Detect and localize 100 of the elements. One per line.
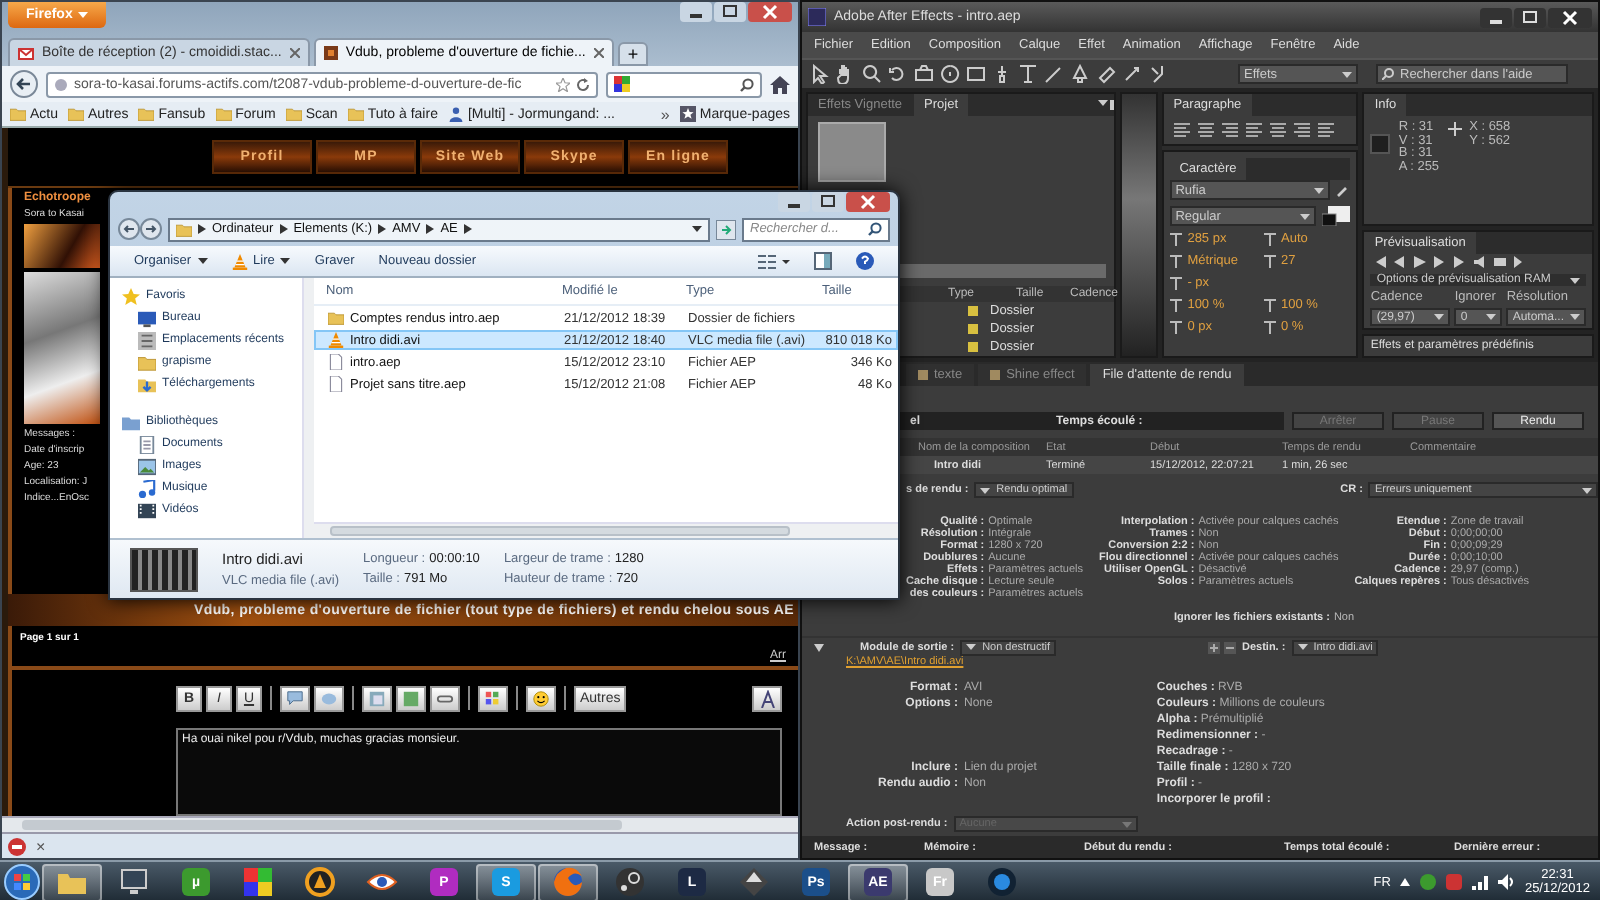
font-icon bbox=[758, 689, 776, 707]
text-align-icon[interactable] bbox=[1197, 122, 1214, 138]
caret-icon bbox=[1582, 487, 1592, 493]
label-color-swatch bbox=[968, 324, 978, 335]
toolbar-button[interactable] bbox=[396, 685, 426, 711]
chevron-icon bbox=[378, 224, 387, 234]
chevron-icon bbox=[426, 224, 435, 234]
back-forward-icon[interactable] bbox=[118, 218, 162, 240]
diamond-arrow-icon bbox=[738, 866, 770, 898]
caret-icon bbox=[1342, 71, 1352, 77]
caret-icon bbox=[1486, 314, 1497, 320]
new-tab-button[interactable]: + bbox=[617, 42, 649, 66]
text-align-icon[interactable] bbox=[1173, 122, 1190, 138]
image-icon bbox=[368, 689, 386, 707]
show-hidden-icons-icon[interactable] bbox=[1400, 878, 1411, 886]
camera-tool-icon[interactable] bbox=[914, 64, 934, 84]
signal-icon[interactable] bbox=[1472, 874, 1489, 890]
selection-tool-icon[interactable] bbox=[810, 64, 830, 84]
text-align-icon[interactable] bbox=[1245, 122, 1262, 138]
vertical-scrollbar[interactable] bbox=[302, 278, 314, 538]
caret-icon bbox=[966, 644, 977, 650]
link-icon bbox=[436, 689, 454, 707]
minimize-icon[interactable] bbox=[1480, 7, 1512, 27]
help-icon[interactable] bbox=[856, 252, 874, 270]
orbit-tool-icon[interactable] bbox=[940, 64, 960, 84]
composition-swatch bbox=[918, 369, 928, 379]
caret-icon bbox=[980, 487, 991, 493]
loop-icon[interactable] bbox=[1494, 256, 1509, 270]
add-remove-icon[interactable] bbox=[1208, 641, 1236, 653]
last-frame-icon[interactable] bbox=[1454, 256, 1469, 270]
next-frame-icon[interactable] bbox=[1434, 256, 1449, 270]
search-icon bbox=[868, 222, 882, 236]
close-button[interactable]: × bbox=[36, 837, 46, 855]
view-options-icon[interactable] bbox=[758, 253, 790, 269]
folder-icon bbox=[347, 106, 364, 122]
search-icon[interactable] bbox=[740, 77, 754, 91]
toolbar-button[interactable] bbox=[478, 685, 508, 711]
quote-icon bbox=[286, 689, 304, 707]
speaker-icon[interactable] bbox=[1498, 874, 1515, 890]
text-align-icon[interactable] bbox=[1269, 122, 1286, 138]
previous-frame-icon[interactable] bbox=[1394, 256, 1409, 270]
eraser-tool-icon[interactable] bbox=[1096, 64, 1116, 84]
disclosure-triangle-icon[interactable] bbox=[814, 643, 824, 651]
toolbar-button[interactable] bbox=[280, 685, 310, 711]
folder-icon bbox=[10, 106, 26, 122]
toolbar-button[interactable] bbox=[314, 685, 344, 711]
color-icon bbox=[484, 689, 502, 707]
refresh-icon[interactable] bbox=[716, 219, 736, 239]
zoom-tool-icon[interactable] bbox=[862, 64, 882, 84]
color-swatches-icon[interactable] bbox=[1322, 206, 1351, 226]
maximize-icon[interactable] bbox=[714, 2, 746, 22]
toolbar-button[interactable] bbox=[430, 685, 460, 711]
label-color-swatch bbox=[968, 342, 978, 353]
roto-brush-icon[interactable] bbox=[1122, 64, 1142, 84]
pin-tool-icon[interactable] bbox=[1148, 64, 1168, 84]
composition-swatch bbox=[990, 369, 1001, 379]
caret-icon[interactable] bbox=[692, 226, 702, 232]
recent-places-icon bbox=[138, 331, 156, 349]
horizontal-scrollbar[interactable] bbox=[2, 816, 798, 832]
folder-icon bbox=[138, 353, 156, 371]
folder-icon bbox=[176, 221, 192, 237]
minimize-icon[interactable] bbox=[680, 2, 712, 22]
minimize-icon[interactable] bbox=[778, 192, 810, 212]
addon-icon[interactable] bbox=[8, 837, 26, 855]
stamp-tool-icon[interactable] bbox=[1070, 64, 1090, 84]
toolbar-button[interactable] bbox=[526, 685, 556, 711]
home-icon[interactable] bbox=[770, 75, 790, 93]
panel-menu-icon[interactable] bbox=[1097, 100, 1114, 110]
caret-icon bbox=[1121, 821, 1132, 827]
text-align-icon[interactable] bbox=[1221, 122, 1238, 138]
first-frame-icon[interactable] bbox=[1374, 256, 1389, 270]
star-icon[interactable] bbox=[556, 77, 570, 91]
close-icon[interactable] bbox=[1548, 7, 1592, 27]
composition-thumbnail bbox=[818, 122, 886, 182]
download-folder-icon bbox=[138, 375, 156, 393]
maximize-icon[interactable] bbox=[1514, 7, 1546, 27]
back-icon[interactable] bbox=[10, 70, 38, 98]
text-align-icon[interactable] bbox=[1317, 122, 1334, 138]
text-tool-icon[interactable] bbox=[1018, 64, 1038, 84]
eyedropper-icon[interactable] bbox=[1336, 183, 1351, 197]
type-setting-icon bbox=[1263, 320, 1277, 334]
preview-pane-icon[interactable] bbox=[814, 252, 832, 270]
start-button-icon[interactable] bbox=[4, 864, 40, 900]
maximize-icon[interactable] bbox=[812, 192, 844, 212]
text-align-icon[interactable] bbox=[1293, 122, 1310, 138]
reload-icon[interactable] bbox=[576, 77, 590, 91]
rectangle-tool-icon[interactable] bbox=[966, 64, 986, 84]
rotate-tool-icon[interactable] bbox=[888, 64, 908, 84]
folder-icon bbox=[215, 106, 232, 122]
brush-tool-icon[interactable] bbox=[1044, 64, 1064, 84]
search-field[interactable] bbox=[606, 71, 762, 97]
more-bookmarks-button[interactable]: » bbox=[660, 105, 670, 123]
app-icon bbox=[808, 8, 826, 26]
type-setting-icon bbox=[1263, 232, 1277, 246]
font-size-button[interactable] bbox=[752, 685, 782, 711]
mail-icon bbox=[18, 47, 34, 59]
pen-tool-icon[interactable] bbox=[992, 64, 1012, 84]
toolbar-button[interactable] bbox=[362, 685, 392, 711]
document-icon bbox=[138, 435, 156, 453]
chevron-icon bbox=[463, 224, 472, 234]
